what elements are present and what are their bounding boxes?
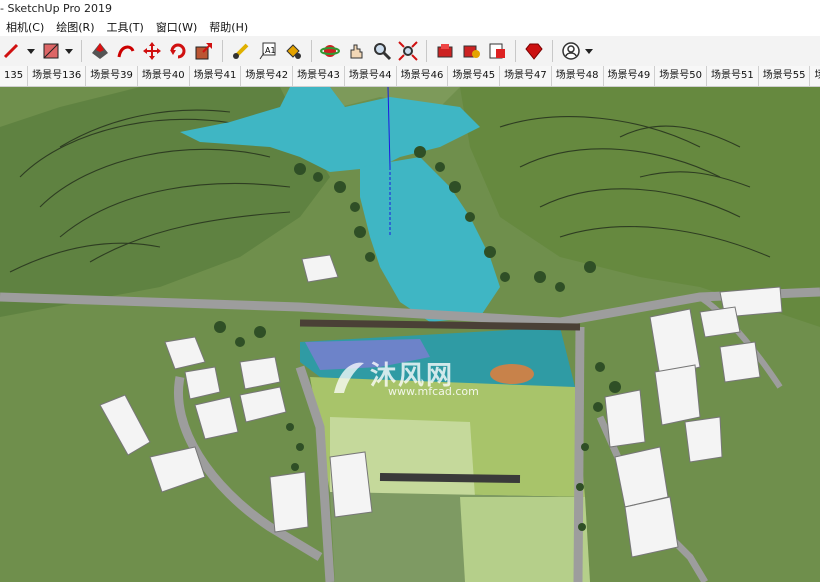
- eraser-dropdown-caret[interactable]: [65, 48, 73, 54]
- zoom-icon[interactable]: [371, 40, 393, 62]
- watermark-logo-icon: [334, 362, 364, 393]
- menu-draw[interactable]: 绘图(R): [50, 19, 100, 35]
- watermark: 沐风网 www.mfcad.com: [330, 355, 500, 399]
- paint-bucket-icon[interactable]: [282, 40, 304, 62]
- scene-tabs: 135 场景号136 场景号39 场景号40 场景号41 场景号42 场景号43…: [0, 66, 820, 87]
- model-viewport[interactable]: 沐风网 www.mfcad.com: [0, 87, 820, 582]
- scene-tab[interactable]: 场景号58: [810, 66, 820, 86]
- scene-tab[interactable]: 场景号42: [241, 66, 294, 86]
- zoom-extents-icon[interactable]: [397, 40, 419, 62]
- rotate-icon[interactable]: [167, 40, 189, 62]
- user-account-icon[interactable]: [560, 40, 582, 62]
- orbit-icon[interactable]: [319, 40, 341, 62]
- scene-tab[interactable]: 场景号45: [448, 66, 501, 86]
- scene-tab[interactable]: 场景号48: [552, 66, 604, 86]
- scene-tab[interactable]: 场景号39: [86, 66, 138, 86]
- scene-tab[interactable]: 场景号43: [293, 66, 345, 86]
- select-arrow-icon[interactable]: [2, 40, 24, 62]
- scene-tab[interactable]: 场景号50: [655, 66, 707, 86]
- follow-me-icon[interactable]: [115, 40, 137, 62]
- scene-tab[interactable]: 场景号136: [28, 66, 87, 86]
- warehouse-icon[interactable]: [434, 40, 456, 62]
- send-to-layout-icon[interactable]: [486, 40, 508, 62]
- move-icon[interactable]: [141, 40, 163, 62]
- menu-tools[interactable]: 工具(T): [101, 19, 150, 35]
- text-label-icon[interactable]: A1: [256, 40, 278, 62]
- ruby-extension-icon[interactable]: [523, 40, 545, 62]
- tape-measure-icon[interactable]: [230, 40, 252, 62]
- menu-bar: 相机(C) 绘图(R) 工具(T) 窗口(W) 帮助(H): [0, 18, 820, 36]
- push-pull-icon[interactable]: [89, 40, 111, 62]
- main-toolbar: A1: [0, 36, 820, 67]
- menu-help[interactable]: 帮助(H): [203, 19, 254, 35]
- svg-text:A1: A1: [265, 46, 276, 55]
- scene-tab[interactable]: 场景号40: [138, 66, 190, 86]
- scene-tab[interactable]: 135: [0, 66, 29, 86]
- scene-tab[interactable]: 场景号49: [604, 66, 656, 86]
- scene-tab[interactable]: 场景号47: [500, 66, 552, 86]
- menu-window[interactable]: 窗口(W): [150, 19, 203, 35]
- scene-tab[interactable]: 场景号44: [345, 66, 397, 86]
- select-dropdown-caret[interactable]: [27, 48, 35, 54]
- scene-tab[interactable]: 场景号51: [707, 66, 759, 86]
- scene-tab[interactable]: 场景号46: [397, 66, 449, 86]
- scale-icon[interactable]: [193, 40, 215, 62]
- window-title: - SketchUp Pro 2019: [0, 0, 820, 18]
- menu-camera[interactable]: 相机(C): [0, 19, 50, 35]
- scene-tab[interactable]: 场景号41: [190, 66, 242, 86]
- terrain-model-render: [0, 87, 820, 582]
- extension-warehouse-icon[interactable]: [460, 40, 482, 62]
- scene-tab[interactable]: 场景号55: [759, 66, 811, 86]
- eraser-icon[interactable]: [40, 40, 62, 62]
- watermark-url: www.mfcad.com: [388, 385, 479, 398]
- pan-icon[interactable]: [345, 40, 367, 62]
- user-account-dropdown-caret[interactable]: [585, 48, 593, 54]
